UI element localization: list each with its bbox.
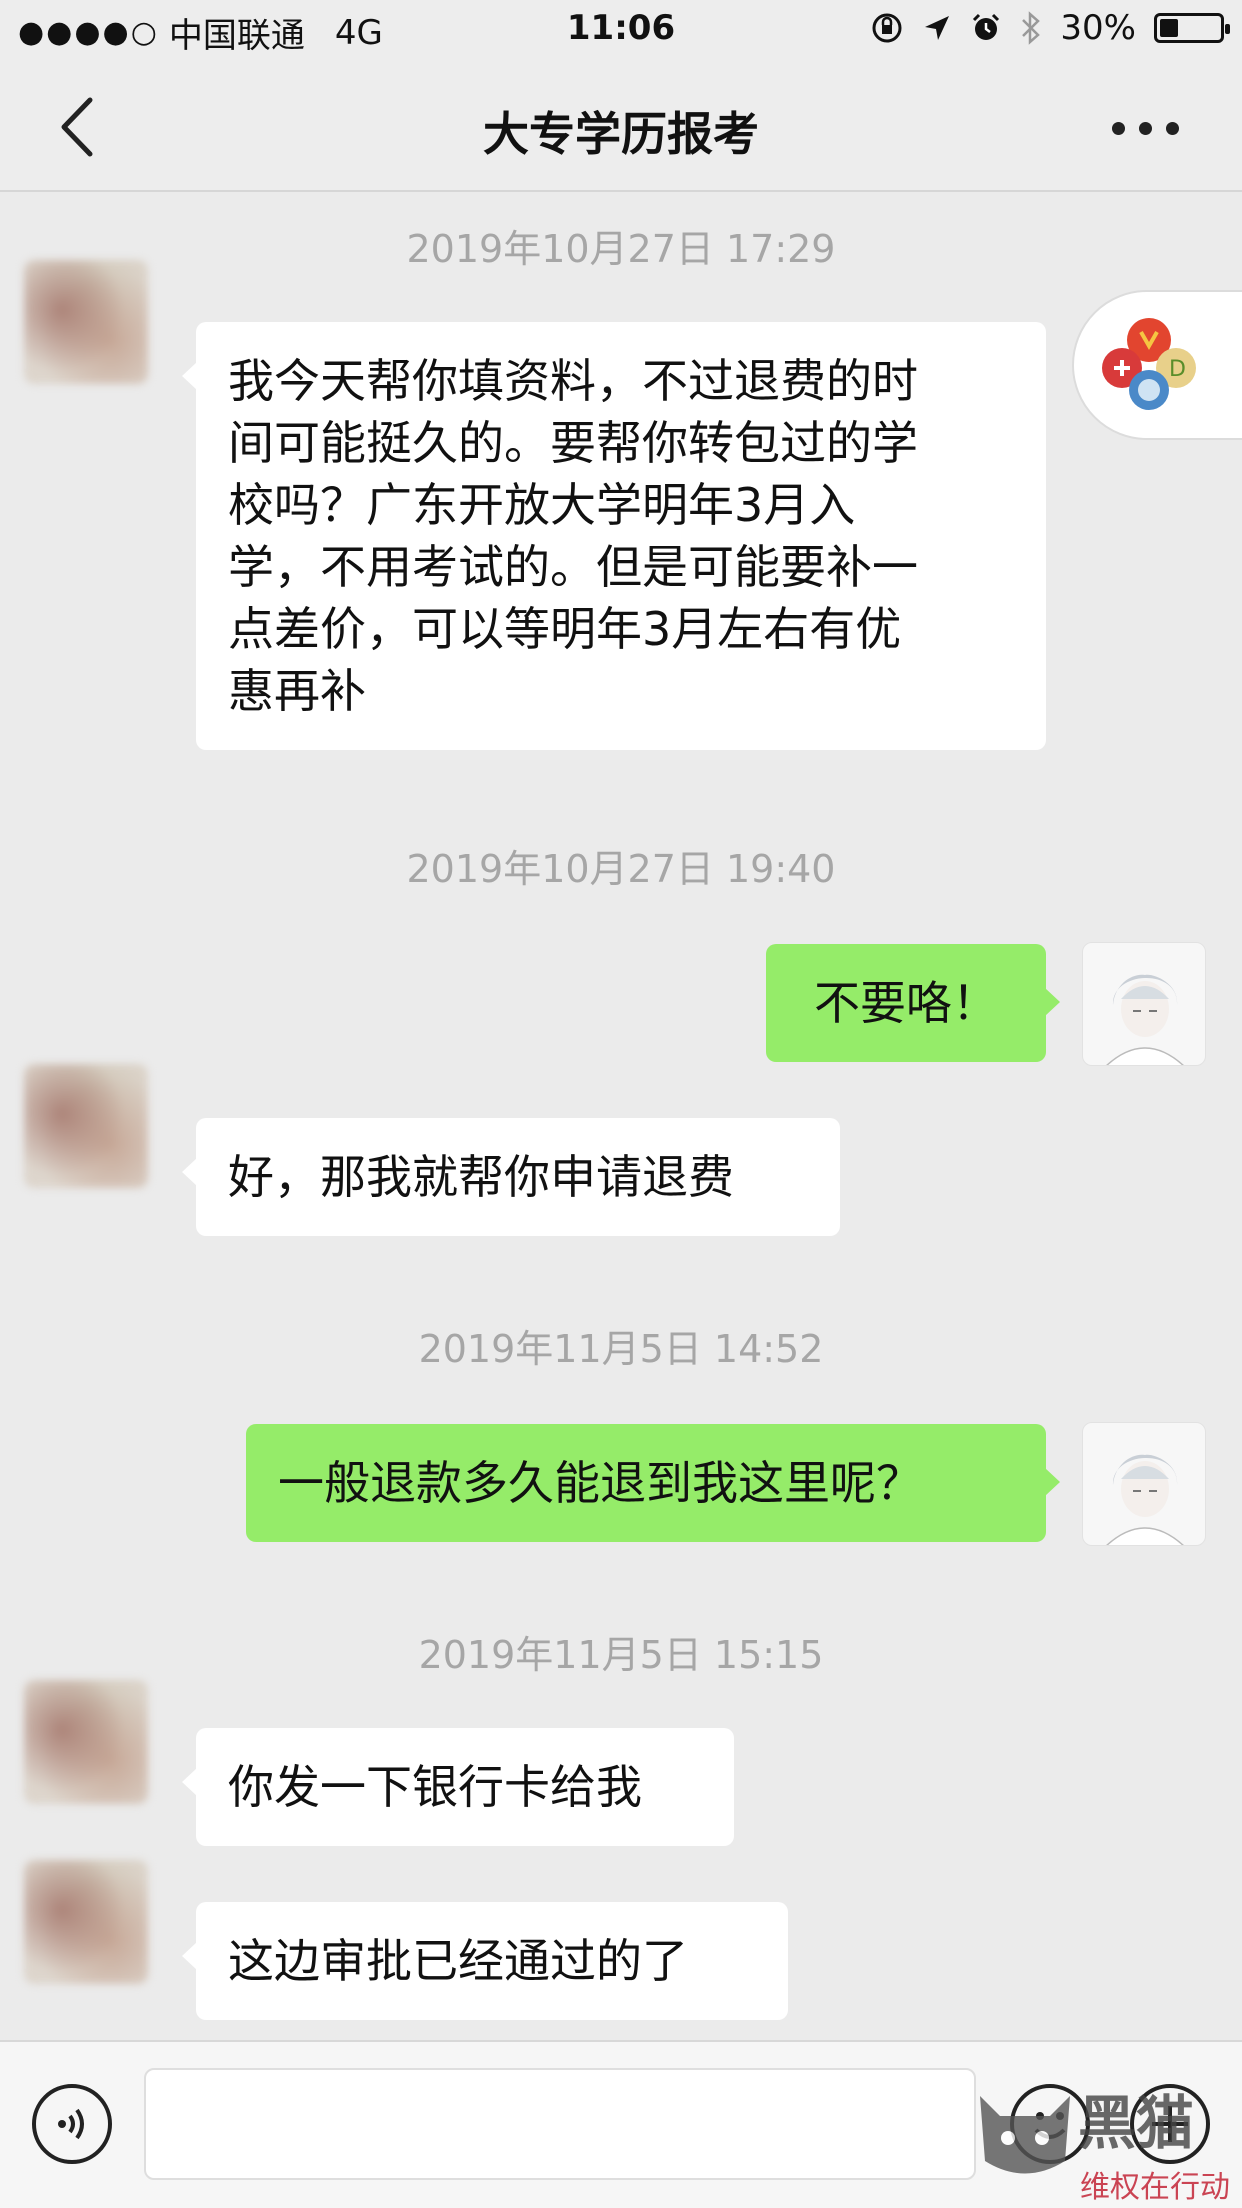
contact-avatar[interactable] bbox=[24, 1064, 148, 1188]
floating-widget[interactable]: D bbox=[1072, 290, 1242, 440]
message-line: 校吗？广东开放大学明年3月入 bbox=[228, 478, 856, 532]
user-avatar[interactable] bbox=[1082, 1422, 1206, 1546]
watermark-text: 黑猫 bbox=[1078, 2089, 1195, 2157]
app-badge-icon: D bbox=[1102, 318, 1196, 410]
voice-wave-icon bbox=[58, 2108, 84, 2140]
message-text: 你发一下银行卡给我 bbox=[228, 1760, 642, 1814]
user-avatar-illustration bbox=[1106, 1454, 1184, 1545]
message-line: 间可能挺久的。要帮你转包过的学 bbox=[228, 416, 918, 470]
user-avatar-illustration bbox=[1106, 974, 1184, 1065]
location-icon bbox=[925, 16, 950, 40]
battery-percent: 30% bbox=[1060, 8, 1136, 48]
contact-avatar[interactable] bbox=[24, 1680, 148, 1804]
message-text: 这边审批已经通过的了 bbox=[228, 1934, 688, 1988]
outgoing-message-bubble[interactable]: 一般退款多久能退到我这里呢？ bbox=[246, 1424, 1060, 1542]
user-avatar[interactable] bbox=[1082, 942, 1206, 1066]
more-dots-icon[interactable] bbox=[1112, 112, 1182, 142]
message-input[interactable] bbox=[144, 2068, 976, 2180]
cat-logo-icon bbox=[980, 2096, 1070, 2174]
alarm-icon bbox=[973, 13, 1000, 40]
watermark: 黑猫 维权在行动 bbox=[970, 2070, 1242, 2208]
chat-title: 大专学历报考 bbox=[483, 107, 759, 161]
contact-avatar[interactable] bbox=[24, 260, 148, 384]
incoming-message-bubble[interactable]: 这边审批已经通过的了 bbox=[182, 1902, 788, 2020]
message-line: 惠再补 bbox=[228, 664, 366, 718]
svg-text:D: D bbox=[1169, 357, 1186, 382]
message-timestamp: 2019年11月5日 15:15 bbox=[418, 1633, 824, 1677]
battery-icon bbox=[1154, 13, 1230, 43]
bluetooth-icon bbox=[1022, 11, 1041, 45]
watermark-subtext: 维权在行动 bbox=[1080, 2170, 1230, 2205]
message-line: 我今天帮你填资料，不过退费的时 bbox=[228, 354, 918, 408]
rotation-lock-icon bbox=[872, 13, 902, 43]
incoming-message-bubble[interactable]: 我今天帮你填资料，不过退费的时 间可能挺久的。要帮你转包过的学 校吗？广东开放大… bbox=[182, 322, 1046, 750]
status-right: 30% bbox=[870, 8, 1230, 48]
status-bar: ●●●●○ 中国联通 4G 11:06 30% bbox=[0, 0, 1242, 62]
message-timestamp: 2019年11月5日 14:52 bbox=[418, 1327, 824, 1371]
message-line: 点差价，可以等明年3月左右有优 bbox=[228, 602, 902, 656]
message-text: 一般退款多久能退到我这里呢？ bbox=[278, 1456, 922, 1510]
outgoing-message-bubble[interactable]: 不要咯！ bbox=[766, 944, 1060, 1062]
voice-icon[interactable] bbox=[32, 2084, 112, 2164]
message-timestamp: 2019年10月27日 19:40 bbox=[406, 847, 836, 891]
incoming-message-bubble[interactable]: 你发一下银行卡给我 bbox=[182, 1728, 734, 1846]
message-timestamp: 2019年10月27日 17:29 bbox=[406, 227, 836, 271]
message-text: 不要咯！ bbox=[814, 976, 998, 1030]
message-line: 学，不用考试的。但是可能要补一 bbox=[228, 540, 918, 594]
chat-header: 大专学历报考 bbox=[0, 62, 1242, 192]
message-text: 好，那我就帮你申请退费 bbox=[228, 1150, 734, 1204]
contact-avatar[interactable] bbox=[24, 1860, 148, 1984]
incoming-message-bubble[interactable]: 好，那我就帮你申请退费 bbox=[182, 1118, 840, 1236]
